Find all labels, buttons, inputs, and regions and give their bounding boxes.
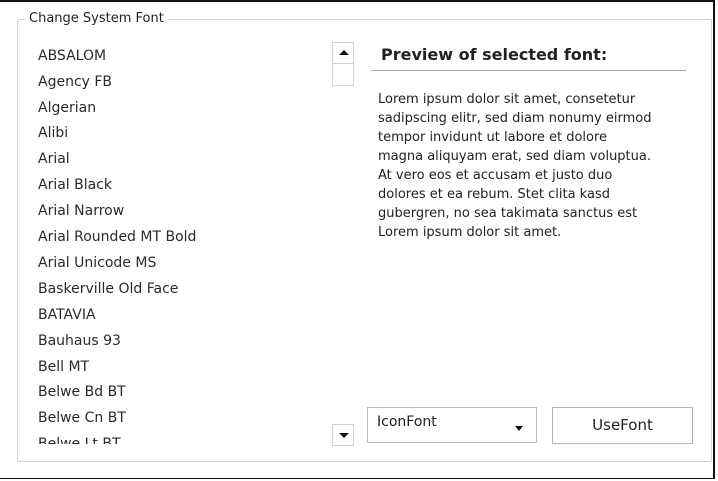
preview-line: sadipscing elitr, sed diam nonumy eirmod — [378, 111, 652, 126]
font-list-item[interactable]: Belwe Cn BT — [38, 409, 126, 427]
preview-divider — [371, 70, 686, 71]
font-list-item[interactable]: Agency FB — [38, 73, 112, 91]
preview-line: magna aliquyam erat, sed diam voluptua. — [378, 149, 651, 164]
use-font-button[interactable]: UseFont — [552, 407, 693, 444]
font-list-item[interactable]: Arial — [38, 150, 70, 168]
preview-line: dolores et ea rebum. Stet clita kasd — [378, 187, 610, 202]
font-list[interactable]: ABSALOM Agency FB Algerian Alibi Arial A… — [38, 44, 328, 444]
font-combobox[interactable]: IconFont — [367, 407, 537, 443]
chevron-down-icon[interactable] — [515, 426, 523, 431]
font-list-item[interactable]: Arial Narrow — [38, 202, 124, 220]
preview-text: Lorem ipsum dolor sit amet, consetetur s… — [378, 90, 700, 242]
font-list-item[interactable]: Alibi — [38, 124, 68, 142]
font-list-item[interactable]: Bell MT — [38, 358, 89, 376]
groupbox-title: Change System Font — [25, 11, 168, 27]
font-list-item[interactable]: ABSALOM — [38, 47, 106, 65]
font-list-item[interactable]: Arial Rounded MT Bold — [38, 228, 196, 246]
combobox-selected-value: IconFont — [377, 414, 437, 430]
preview-line: At vero eos et accusam et justo duo — [378, 168, 613, 183]
preview-line: gubergren, no sea takimata sanctus est — [378, 206, 638, 221]
scroll-up-button[interactable] — [332, 42, 354, 64]
font-list-item[interactable]: Bauhaus 93 — [38, 332, 121, 350]
font-list-item[interactable]: Belwe Lt BT — [38, 435, 121, 444]
preview-title: Preview of selected font: — [381, 45, 608, 64]
preview-line: Lorem ipsum dolor sit amet, consetetur — [378, 92, 636, 107]
preview-line: tempor invidunt ut labore et dolore — [378, 130, 608, 145]
scrollbar-thumb[interactable] — [332, 64, 354, 86]
scroll-down-button[interactable] — [332, 424, 354, 446]
font-list-item[interactable]: Arial Unicode MS — [38, 254, 156, 272]
triangle-up-icon — [339, 50, 349, 55]
preview-line: Lorem ipsum dolor sit amet. — [378, 225, 562, 240]
font-list-item[interactable]: Belwe Bd BT — [38, 383, 126, 401]
font-list-scrollbar[interactable] — [332, 42, 354, 448]
font-list-item[interactable]: Baskerville Old Face — [38, 280, 178, 298]
font-list-item[interactable]: Algerian — [38, 99, 96, 117]
triangle-down-icon — [339, 433, 349, 438]
font-list-item[interactable]: Arial Black — [38, 176, 112, 194]
font-list-item[interactable]: BATAVIA — [38, 306, 96, 324]
